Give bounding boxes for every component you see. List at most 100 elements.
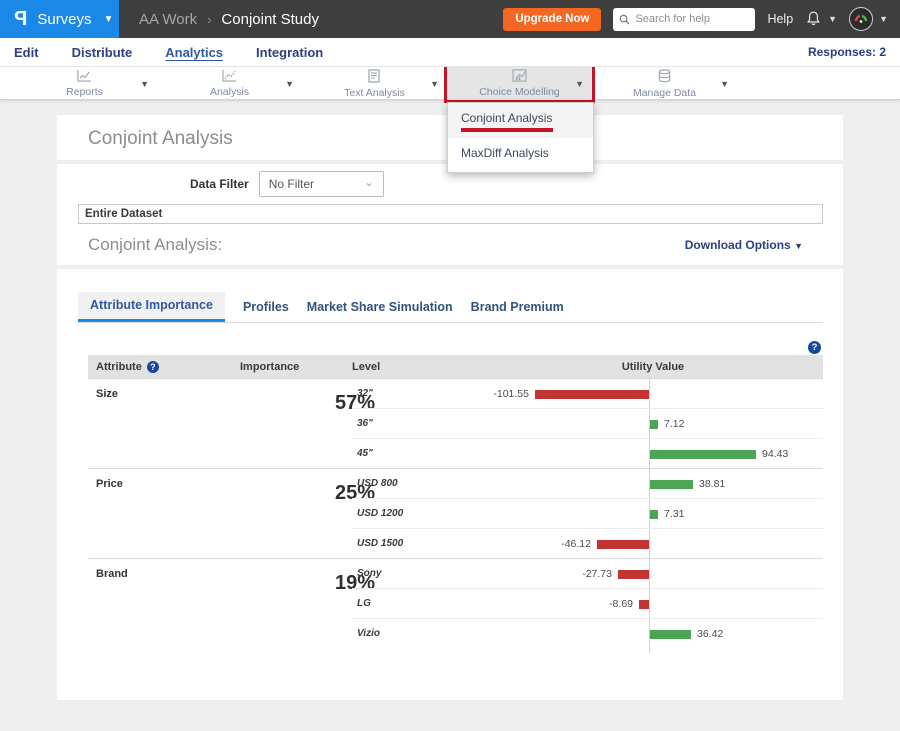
level-row: 36" 7.12	[352, 409, 823, 439]
chevron-down-icon[interactable]: ▼	[720, 79, 729, 89]
product-menu-label: Surveys	[37, 11, 91, 28]
chevron-down-icon[interactable]: ▼	[828, 14, 837, 24]
level-label: 36"	[357, 418, 373, 429]
top-bar: P Surveys ▼ AA Work › Conjoint Study Upg…	[0, 0, 900, 38]
toolbar-text-analysis-button[interactable]: Text Analysis▼	[302, 67, 447, 100]
column-header-level: Level	[352, 361, 380, 373]
level-label: LG	[357, 598, 371, 609]
toolbar-reports-button[interactable]: Reports ▼	[12, 67, 157, 100]
trend-chart-icon	[222, 69, 237, 86]
help-icon[interactable]: ?	[147, 361, 159, 373]
breadcrumb-workspace[interactable]: AA Work	[139, 11, 197, 28]
questionpro-logo-icon: P	[14, 9, 27, 29]
utility-value: -101.55	[493, 388, 529, 400]
chevron-down-icon: ▼	[794, 241, 803, 251]
responses-count[interactable]: Responses: 2	[808, 45, 886, 59]
help-search[interactable]	[613, 8, 755, 31]
utility-value: -46.12	[561, 538, 591, 550]
level-label: 45"	[357, 448, 373, 459]
divider	[57, 265, 843, 269]
level-row: Sony -27.73	[352, 559, 823, 589]
utility-bar	[639, 600, 649, 609]
chevron-down-icon: ▼	[104, 14, 114, 25]
download-options-button[interactable]: Download Options ▼	[685, 238, 803, 252]
tab-attribute-importance[interactable]: Attribute Importance	[78, 292, 225, 322]
utility-value: -8.69	[609, 598, 633, 610]
chevron-down-icon[interactable]: ▼	[879, 14, 888, 24]
product-menu[interactable]: P Surveys ▼	[0, 0, 119, 38]
analytics-toolbar: Reports▼Analysis▼Text Analysis▼Choice Mo…	[0, 67, 900, 100]
level-label: USD 1500	[357, 538, 403, 549]
toolbar-label: Analysis	[210, 87, 249, 98]
data-filter-select[interactable]: No Filter ⌄	[259, 171, 384, 197]
analysis-tabs: Attribute Importance Profiles Market Share…	[78, 294, 823, 323]
attribute-importance-table: Attribute?ImportanceLevelUtility ValueSi…	[88, 355, 823, 648]
chevron-down-icon[interactable]: ▼	[430, 79, 439, 89]
column-header-importance: Importance	[240, 361, 299, 373]
utility-bar	[650, 630, 691, 639]
utility-bar	[650, 420, 658, 429]
tab-profiles[interactable]: Profiles	[243, 294, 289, 322]
avatar[interactable]	[849, 7, 873, 31]
notifications-bell-icon[interactable]	[805, 10, 822, 28]
menu-item-maxdiff-analysis[interactable]: MaxDiff Analysis	[448, 138, 593, 166]
nav-item-distribute[interactable]: Distribute	[72, 45, 133, 60]
help-link[interactable]: Help	[767, 12, 793, 26]
nav-item-analytics[interactable]: Analytics	[165, 45, 223, 60]
dataset-field[interactable]: Entire Dataset	[78, 204, 823, 224]
attribute-group-brand: Brand19%Sony-27.73LG-8.69Vizio36.42	[88, 558, 823, 648]
level-row: 32" -101.55	[352, 379, 823, 409]
upgrade-now-button[interactable]: Upgrade Now	[503, 8, 601, 31]
toolbar-manage-data-button[interactable]: Manage Data ▼	[592, 67, 737, 100]
tab-brand-premium[interactable]: Brand Premium	[471, 294, 564, 322]
section-heading: Conjoint Analysis:	[88, 235, 222, 255]
nav-item-integration[interactable]: Integration	[256, 45, 323, 60]
survey-nav: Edit Distribute Analytics Integration Respo…	[0, 38, 900, 67]
menu-item-label: MaxDiff Analysis	[461, 146, 549, 160]
utility-bar	[535, 390, 649, 399]
attribute-name: Brand	[96, 568, 128, 580]
data-filter-value: No Filter	[269, 177, 314, 191]
tab-market-share-simulation[interactable]: Market Share Simulation	[307, 294, 453, 322]
toolbar-analysis-button[interactable]: Analysis ▼	[157, 67, 302, 100]
utility-bar	[618, 570, 649, 579]
utility-value: 38.81	[699, 478, 725, 490]
utility-value: 7.31	[664, 508, 684, 520]
search-icon	[619, 14, 630, 25]
attribute-name: Price	[96, 478, 123, 490]
nav-item-edit[interactable]: Edit	[14, 45, 39, 60]
attribute-group-price: Price25%USD 80038.81USD 12007.31USD 1500…	[88, 468, 823, 558]
level-row: Vizio36.42	[352, 619, 823, 649]
breadcrumb: AA Work › Conjoint Study	[139, 11, 319, 28]
toolbar-label: Manage Data	[633, 88, 696, 99]
level-label: Sony	[357, 568, 381, 579]
menu-item-label: Conjoint Analysis	[461, 111, 552, 125]
utility-bar	[650, 510, 658, 519]
chevron-down-icon: ⌄	[364, 176, 373, 189]
toolbar-choice-modelling-button[interactable]: Choice Modelling ▼	[447, 67, 592, 100]
attribute-group-size: Size57%32"-101.5536"7.1245"94.43	[88, 378, 823, 468]
chevron-down-icon[interactable]: ▼	[575, 79, 584, 89]
choice-chart-icon	[512, 69, 527, 86]
utility-value: 7.12	[664, 418, 684, 430]
level-label: 32"	[357, 388, 373, 399]
attribute-name: Size	[96, 388, 118, 400]
help-icon[interactable]: ?	[808, 337, 821, 355]
utility-bar	[650, 480, 693, 489]
column-header-utility-value: Utility Value	[588, 361, 718, 373]
database-icon	[658, 69, 671, 87]
data-filter-label: Data Filter	[190, 177, 249, 191]
chevron-down-icon[interactable]: ▼	[140, 79, 149, 89]
menu-item-conjoint-analysis[interactable]: Conjoint Analysis	[448, 103, 593, 138]
breadcrumb-current: Conjoint Study	[221, 11, 319, 28]
level-row: LG -8.69	[352, 589, 823, 619]
level-row: USD 1500 -46.12	[352, 529, 823, 559]
utility-bar	[597, 540, 649, 549]
level-row: 45"94.43	[352, 439, 823, 469]
breadcrumb-separator-icon: ›	[207, 12, 211, 27]
search-input[interactable]	[635, 13, 745, 25]
toolbar-label: Reports	[66, 87, 103, 98]
toolbar-label: Choice Modelling	[479, 87, 560, 98]
chevron-down-icon[interactable]: ▼	[285, 79, 294, 89]
utility-value: -27.73	[582, 568, 612, 580]
